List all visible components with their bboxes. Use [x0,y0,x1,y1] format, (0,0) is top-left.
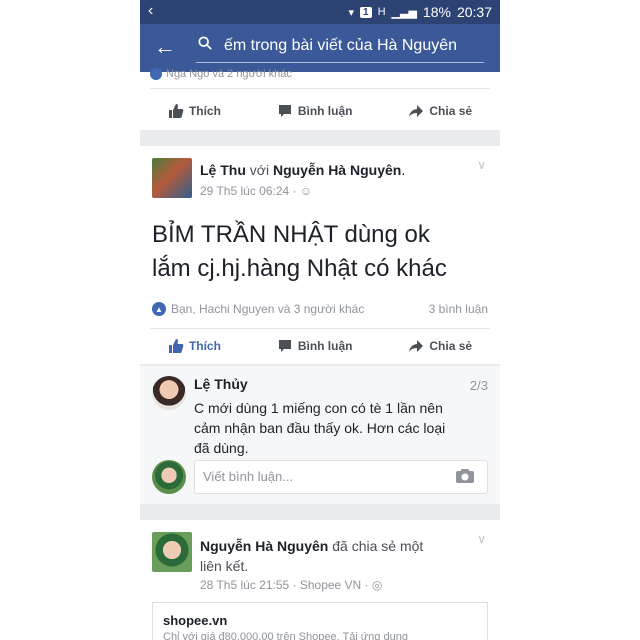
reactions-row[interactable]: ▲ Bạn, Hachi Nguyen và 3 người khác [152,302,364,316]
share-button[interactable]: Chia sẻ [408,103,472,119]
shared-link-post-card: Nguyễn Hà Nguyên đã chia sẻ một liên kết… [140,520,500,640]
comment-button[interactable]: Bình luận [277,338,353,354]
back-gesture-icon: ‹ [148,2,154,19]
comment-line: cảm nhận ban đầu thấy ok. Hơn các loại [194,420,446,436]
like-reaction-icon [150,68,162,80]
comment-section: Lệ Thủy 2/3 C mới dùng 1 miếng con có tè… [140,366,500,504]
post2-meta: 28 Th5 lúc 21:55 · Shopee VN · ◎ [200,578,382,592]
like-button[interactable]: Thích [168,103,221,119]
post2-author-avatar[interactable] [152,532,192,572]
tagged-user[interactable]: Nguyễn Hà Nguyên [273,162,401,178]
chevron-down-icon[interactable]: ∨ [477,158,486,172]
battery-percent: 18% [422,4,451,20]
camera-icon[interactable] [455,468,475,484]
prev-reactors: Nga Ngo và 2 người khác [166,68,292,80]
link-domain: shopee.vn [163,613,228,628]
prev-reactions-row: Nga Ngo và 2 người khác [150,68,292,80]
status-bar: ‹ ▾ 1 H ▁▃▅ 18% 20:37 [140,0,500,24]
comment-input[interactable]: Viết bình luận... [194,460,488,494]
signal-icon: ▁▃▅ [391,6,417,19]
like-label: Thích [188,104,221,118]
like-reaction-icon: ▲ [152,302,166,316]
thumbs-up-icon [168,104,184,118]
sim-badge: 1 [360,6,372,18]
share-arrow-icon [409,340,424,352]
search-underline [196,62,484,63]
comment-body: C mới dùng 1 miếng con có tè 1 lần nên c… [194,398,445,458]
friends-audience-icon: ☺ [299,184,313,198]
search-icon [198,36,212,50]
comment-line: C mới dùng 1 miếng con có tè 1 lần nên [194,400,443,416]
like-label: Thích [188,339,221,353]
thumbs-up-icon [168,339,184,353]
globe-icon: ◎ [371,578,383,592]
comment-placeholder: Viết bình luận... [203,469,294,484]
post2-header: Nguyễn Hà Nguyên đã chia sẻ một liên kết… [200,536,460,576]
search-query[interactable]: ếm trong bài viết của Hà Nguyên [224,37,457,55]
wifi-icon: ▾ [348,6,355,19]
prev-post-actions: Thích Bình luận Chia sẻ [140,92,500,130]
comment-pager[interactable]: 2/3 [470,378,488,393]
share-arrow-icon [409,105,424,117]
comment-label: Bình luận [297,339,353,353]
post2-action: đã chia sẻ một [332,538,424,554]
post-author-name[interactable]: Lệ Thu [200,162,246,178]
share-label: Chia sẻ [429,339,473,353]
comment-icon [278,340,291,352]
post2-action-cont: liên kết. [200,558,249,574]
share-label: Chia sẻ [429,104,473,118]
post2-time[interactable]: 28 Th5 lúc 21:55 · Shopee VN · [200,578,372,592]
comment-button[interactable]: Bình luận [277,103,353,119]
like-button[interactable]: Thích [168,338,221,354]
post-text-line: lắm cj.hj.hàng Nhật có khác [152,255,447,282]
comment-line: đã dùng. [194,440,249,456]
divider [150,88,490,89]
phone-screen: ‹ ▾ 1 H ▁▃▅ 18% 20:37 ← ếm trong bài viế… [140,0,500,640]
comment-icon [278,105,291,117]
clock: 20:37 [456,4,492,20]
post-meta: 29 Th5 lúc 06:24 · ☺ [200,184,312,198]
search-bar: ← ếm trong bài viết của Hà Nguyên [140,24,500,72]
post-text: BỈM TRẦN NHẬT dùng ok lắm cj.hj.hàng Nhậ… [152,218,447,286]
post-actions: Thích Bình luận Chia sẻ [140,328,500,364]
post2-author-name[interactable]: Nguyễn Hà Nguyên [200,538,328,554]
back-arrow-icon[interactable]: ← [154,34,176,60]
commenter-avatar[interactable] [152,376,186,410]
post-time[interactable]: 29 Th5 lúc 06:24 · [200,184,300,198]
comment-label: Bình luận [297,104,353,118]
comment-count[interactable]: 3 bình luận [429,302,488,316]
reactors-text: Bạn, Hachi Nguyen và 3 người khác [171,302,365,316]
with-word: với [249,162,270,178]
post-card: Lệ Thu với Nguyễn Hà Nguyên. 29 Th5 lúc … [140,146,500,364]
link-preview[interactable]: shopee.vn Chỉ với giá đ80.000,00 trên Sh… [152,602,488,640]
post-author-avatar[interactable] [152,158,192,198]
my-avatar [152,460,186,494]
share-button[interactable]: Chia sẻ [408,338,472,354]
post-header: Lệ Thu với Nguyễn Hà Nguyên. [200,162,405,178]
network-type: H [377,6,386,18]
previous-post-card: Nga Ngo và 2 người khác Thích Bình luận … [140,68,500,130]
commenter-name[interactable]: Lệ Thủy [194,376,248,392]
link-description: Chỉ với giá đ80.000,00 trên Shopee. Tải … [163,631,408,640]
chevron-down-icon[interactable]: ∨ [477,532,486,546]
post-text-line: BỈM TRẦN NHẬT dùng ok [152,221,430,248]
header-period: . [401,162,406,178]
